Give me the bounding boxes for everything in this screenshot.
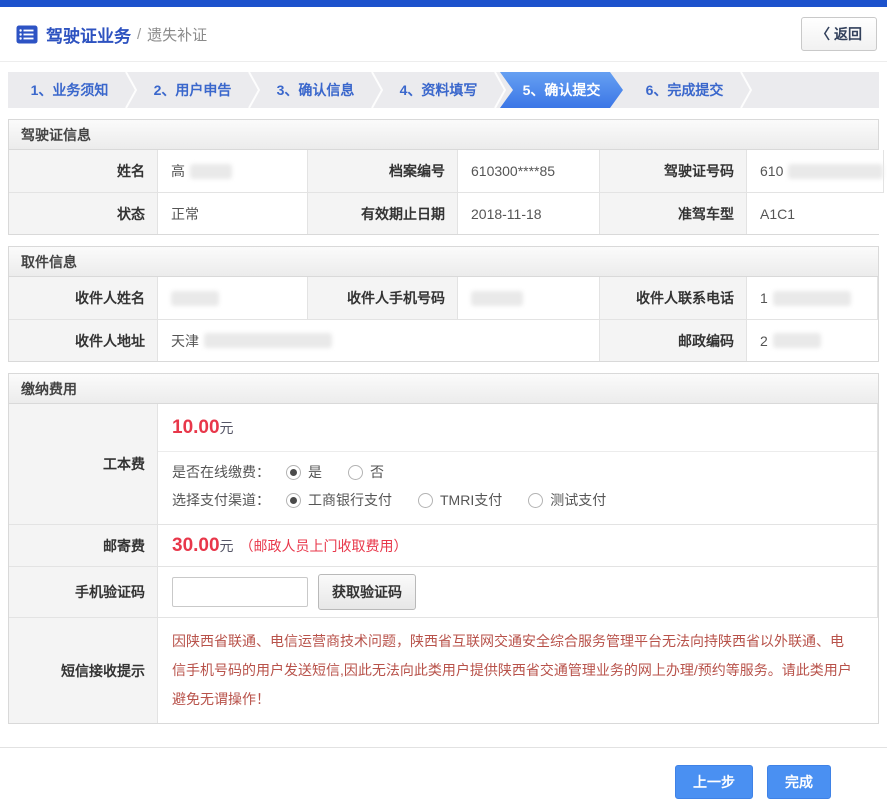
recipient-phone-value: 1 — [746, 277, 878, 319]
field-label: 准驾车型 — [600, 192, 746, 234]
radio-channel-icbc[interactable] — [286, 493, 301, 508]
field-label: 收件人地址 — [9, 319, 157, 361]
license-list-icon — [16, 25, 38, 44]
top-accent-bar — [0, 0, 887, 7]
recipient-mobile-value — [457, 277, 600, 319]
license-info-panel: 驾驶证信息 姓名 高 档案编号 610300****85 驾驶证号码 610 状… — [8, 119, 879, 235]
pickup-info-panel: 取件信息 收件人姓名 收件人手机号码 收件人联系电话 1 收件人地址 天津 邮政… — [8, 246, 879, 362]
radio-channel-icbc-label[interactable]: 工商银行支付 — [308, 490, 392, 510]
redacted-blur — [788, 164, 883, 179]
postage-fee-line: 30.00元 （邮政人员上门收取费用） — [158, 527, 422, 565]
step-label: 2、用户申告 — [154, 80, 232, 100]
redacted-blur — [190, 164, 232, 179]
cost-fee-amount-line: 10.00元 — [158, 404, 877, 452]
radio-channel-test[interactable] — [528, 493, 543, 508]
step-separator-chevron — [740, 72, 752, 108]
field-label: 收件人姓名 — [9, 277, 157, 319]
vehicle-class-value: A1C1 — [746, 192, 884, 234]
back-button-label: 返回 — [834, 26, 862, 42]
field-label: 邮寄费 — [9, 524, 157, 566]
chevron-left-icon: 〈 — [816, 26, 830, 42]
breadcrumb-separator: / — [137, 26, 141, 43]
license-info-section-title: 驾驶证信息 — [9, 120, 878, 150]
radio-online-no-label[interactable]: 否 — [370, 462, 384, 482]
breadcrumb-current: 遗失补证 — [147, 24, 207, 45]
step-1-business-notes[interactable]: 1、业务须知 — [8, 72, 131, 108]
step-6-complete-submit[interactable]: 6、完成提交 — [623, 72, 746, 108]
pickup-info-table: 收件人姓名 收件人手机号码 收件人联系电话 1 收件人地址 天津 邮政编码 2 — [9, 277, 878, 361]
recipient-name-value — [157, 277, 308, 319]
field-label: 短信接收提示 — [9, 617, 157, 723]
field-label: 档案编号 — [308, 150, 457, 192]
footer-action-bar: 上一步 完成 — [0, 747, 887, 799]
postage-fee-unit: 元 — [220, 536, 234, 556]
step-label: 1、业务须知 — [31, 80, 109, 100]
status-value: 正常 — [157, 192, 308, 234]
postage-fee-amount: 30.00 — [172, 535, 220, 557]
redacted-blur — [773, 291, 851, 306]
radio-channel-tmri[interactable] — [418, 493, 433, 508]
field-label: 驾驶证号码 — [600, 150, 746, 192]
radio-online-yes-label[interactable]: 是 — [308, 462, 322, 482]
cost-fee-unit: 元 — [220, 420, 234, 436]
archive-number-value: 610300****85 — [457, 150, 600, 192]
sms-code-line: 获取验证码 — [158, 567, 430, 617]
sms-notice-text: 因陕西省联通、电信运营商技术问题，陕西省互联网交通安全综合服务管理平台无法向持陕… — [158, 618, 878, 723]
radio-online-yes[interactable] — [286, 465, 301, 480]
previous-step-button[interactable]: 上一步 — [675, 765, 753, 799]
get-sms-code-button[interactable]: 获取验证码 — [318, 574, 416, 610]
step-2-user-declaration[interactable]: 2、用户申告 — [131, 72, 254, 108]
step-label: 6、完成提交 — [646, 80, 724, 100]
redacted-blur — [773, 333, 821, 348]
wizard-steps: 1、业务须知 2、用户申告 3、确认信息 4、资料填写 5、确认提交 6、完成提… — [8, 72, 879, 108]
online-payment-question-row: 是否在线缴费： 是 否 — [158, 452, 877, 482]
license-info-table: 姓名 高 档案编号 610300****85 驾驶证号码 610 状态 正常 有… — [9, 150, 878, 234]
online-payment-question: 是否在线缴费： — [172, 462, 270, 482]
step-3-confirm-info[interactable]: 3、确认信息 — [254, 72, 377, 108]
radio-channel-tmri-label[interactable]: TMRI支付 — [440, 490, 502, 510]
field-label: 有效期止日期 — [308, 192, 457, 234]
payment-table: 工本费 10.00元 是否在线缴费： 是 否 选择支付渠道： 工商银行支付 TM… — [9, 404, 878, 723]
recipient-address-value: 天津 — [157, 319, 600, 361]
postage-fee-note: （邮政人员上门收取费用） — [240, 536, 408, 556]
expiry-date-value: 2018-11-18 — [457, 192, 600, 234]
payment-section-title: 缴纳费用 — [9, 374, 878, 404]
step-label: 5、确认提交 — [523, 80, 601, 100]
back-button[interactable]: 〈返回 — [801, 17, 877, 51]
radio-channel-test-label[interactable]: 测试支付 — [550, 490, 606, 510]
field-label: 收件人联系电话 — [600, 277, 746, 319]
payment-channel-question: 选择支付渠道： — [172, 490, 270, 510]
cost-fee-cell: 10.00元 是否在线缴费： 是 否 选择支付渠道： 工商银行支付 TMRI支付… — [157, 404, 878, 524]
redacted-blur — [471, 291, 523, 306]
sms-code-input[interactable] — [172, 577, 308, 607]
page-header: 驾驶证业务 / 遗失补证 〈返回 — [0, 7, 887, 62]
field-label: 状态 — [9, 192, 157, 234]
redacted-blur — [171, 291, 219, 306]
name-value: 高 — [157, 150, 308, 192]
postage-fee-cell: 30.00元 （邮政人员上门收取费用） — [157, 524, 878, 566]
postcode-value: 2 — [746, 319, 878, 361]
field-label: 收件人手机号码 — [308, 277, 457, 319]
pickup-info-section-title: 取件信息 — [9, 247, 878, 277]
cost-fee-amount: 10.00 — [172, 417, 220, 438]
field-label: 手机验证码 — [9, 566, 157, 617]
step-label: 3、确认信息 — [277, 80, 355, 100]
step-5-confirm-submit-active[interactable]: 5、确认提交 — [500, 72, 623, 108]
payment-channel-question-row: 选择支付渠道： 工商银行支付 TMRI支付 测试支付 — [158, 482, 877, 524]
license-number-value: 610 — [746, 150, 884, 192]
step-4-fill-materials[interactable]: 4、资料填写 — [377, 72, 500, 108]
page-title: 驾驶证业务 — [46, 22, 131, 47]
finish-button[interactable]: 完成 — [767, 765, 831, 799]
field-label: 邮政编码 — [600, 319, 746, 361]
redacted-blur — [204, 333, 332, 348]
sms-notice-cell: 因陕西省联通、电信运营商技术问题，陕西省互联网交通安全综合服务管理平台无法向持陕… — [157, 617, 878, 723]
field-label: 工本费 — [9, 404, 157, 524]
radio-online-no[interactable] — [348, 465, 363, 480]
sms-code-cell: 获取验证码 — [157, 566, 878, 617]
field-label: 姓名 — [9, 150, 157, 192]
step-label: 4、资料填写 — [400, 80, 478, 100]
payment-panel: 缴纳费用 工本费 10.00元 是否在线缴费： 是 否 选择支付渠道： 工商银行… — [8, 373, 879, 724]
